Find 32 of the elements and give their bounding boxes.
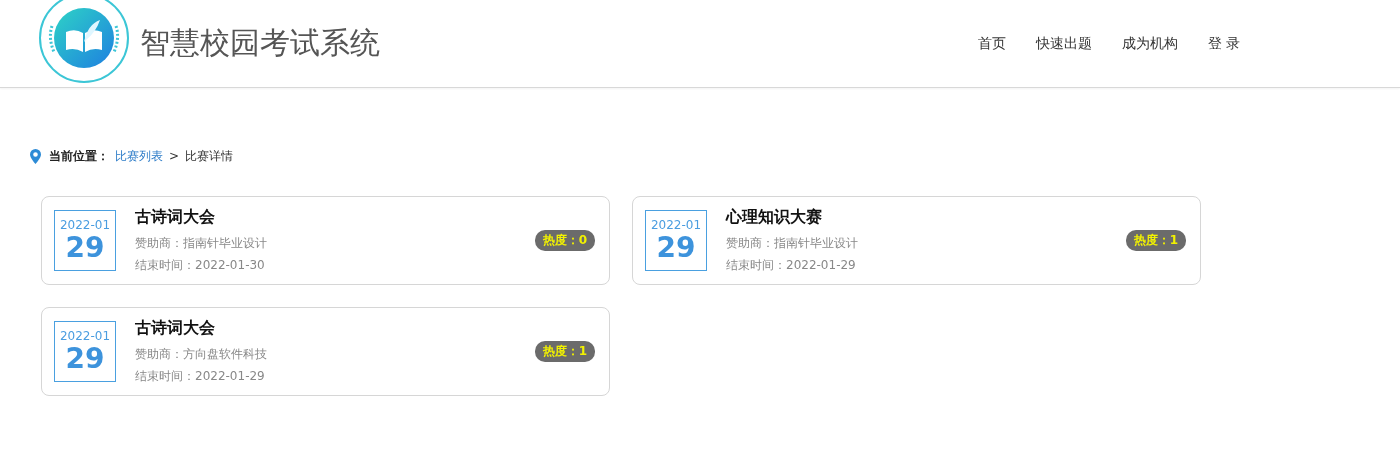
sponsor-text: 赞助商：指南针毕业设计 <box>726 234 859 252</box>
breadcrumb-separator: > <box>169 149 180 163</box>
date-month: 2022-01 <box>59 217 111 232</box>
sponsor-text: 赞助商：方向盘软件科技 <box>135 345 268 363</box>
contest-card[interactable]: 2022-01 29 心理知识大赛 赞助商：指南针毕业设计 结束时间：2022-01-29 热度：1 <box>632 196 1201 285</box>
nav-link[interactable]: 首页 <box>977 34 1006 53</box>
date-month: 2022-01 <box>650 217 702 232</box>
site-title: 智慧校园考试系统 <box>140 24 380 62</box>
end-time-text: 结束时间：2022-01-29 <box>726 256 857 274</box>
contest-title: 古诗词大会 <box>135 205 216 228</box>
date-day: 29 <box>65 342 105 375</box>
date-day: 29 <box>656 231 696 264</box>
breadcrumb-label: 当前位置： <box>49 147 109 165</box>
end-time-text: 结束时间：2022-01-30 <box>135 256 266 274</box>
heat-badge: 热度：1 <box>534 341 595 362</box>
book-logo-icon <box>38 0 130 84</box>
nav-link[interactable]: 登 录 <box>1207 34 1240 53</box>
location-pin-icon <box>30 148 41 164</box>
contest-title: 古诗词大会 <box>135 316 216 339</box>
breadcrumb-link[interactable]: 比赛列表 <box>115 147 163 165</box>
end-time-text: 结束时间：2022-01-29 <box>135 367 266 385</box>
contest-title: 心理知识大赛 <box>726 205 823 228</box>
date-day: 29 <box>65 231 105 264</box>
heat-badge: 热度：1 <box>1125 230 1186 251</box>
date-month: 2022-01 <box>59 328 111 343</box>
breadcrumb-current: 比赛详情 <box>185 147 234 165</box>
sponsor-text: 赞助商：指南针毕业设计 <box>135 234 268 252</box>
contest-card[interactable]: 2022-01 29 古诗词大会 赞助商：指南针毕业设计 结束时间：2022-01-30 热度：0 <box>41 196 610 285</box>
nav-link[interactable]: 成为机构 <box>1121 34 1178 53</box>
heat-badge: 热度：0 <box>534 230 595 251</box>
contest-card[interactable]: 2022-01 29 古诗词大会 赞助商：方向盘软件科技 结束时间：2022-01-29 热度：1 <box>41 307 610 396</box>
nav-link[interactable]: 快速出题 <box>1035 34 1092 53</box>
